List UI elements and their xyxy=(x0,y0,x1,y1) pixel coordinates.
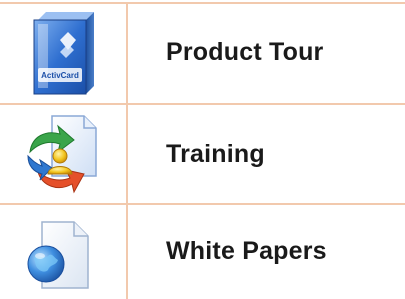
software-box-icon: ActivCard xyxy=(33,12,94,95)
menu-label-white-papers[interactable]: White Papers xyxy=(166,237,327,266)
box-brand-text: ActivCard xyxy=(41,71,79,80)
globe-document-icon xyxy=(27,221,89,289)
menu-label-product-tour[interactable]: Product Tour xyxy=(166,38,323,67)
menu-item-product-tour[interactable]: ActivCard Product Tour xyxy=(0,0,405,104)
resource-menu: ActivCard Product Tour Training White Pa… xyxy=(0,0,405,299)
menu-item-training[interactable]: Training xyxy=(0,104,405,204)
icon-cell xyxy=(0,204,126,299)
icon-cell: ActivCard xyxy=(0,0,126,104)
training-document-icon xyxy=(27,115,97,194)
menu-item-white-papers[interactable]: White Papers xyxy=(0,204,405,299)
menu-label-training[interactable]: Training xyxy=(166,140,265,169)
icon-cell xyxy=(0,104,126,204)
